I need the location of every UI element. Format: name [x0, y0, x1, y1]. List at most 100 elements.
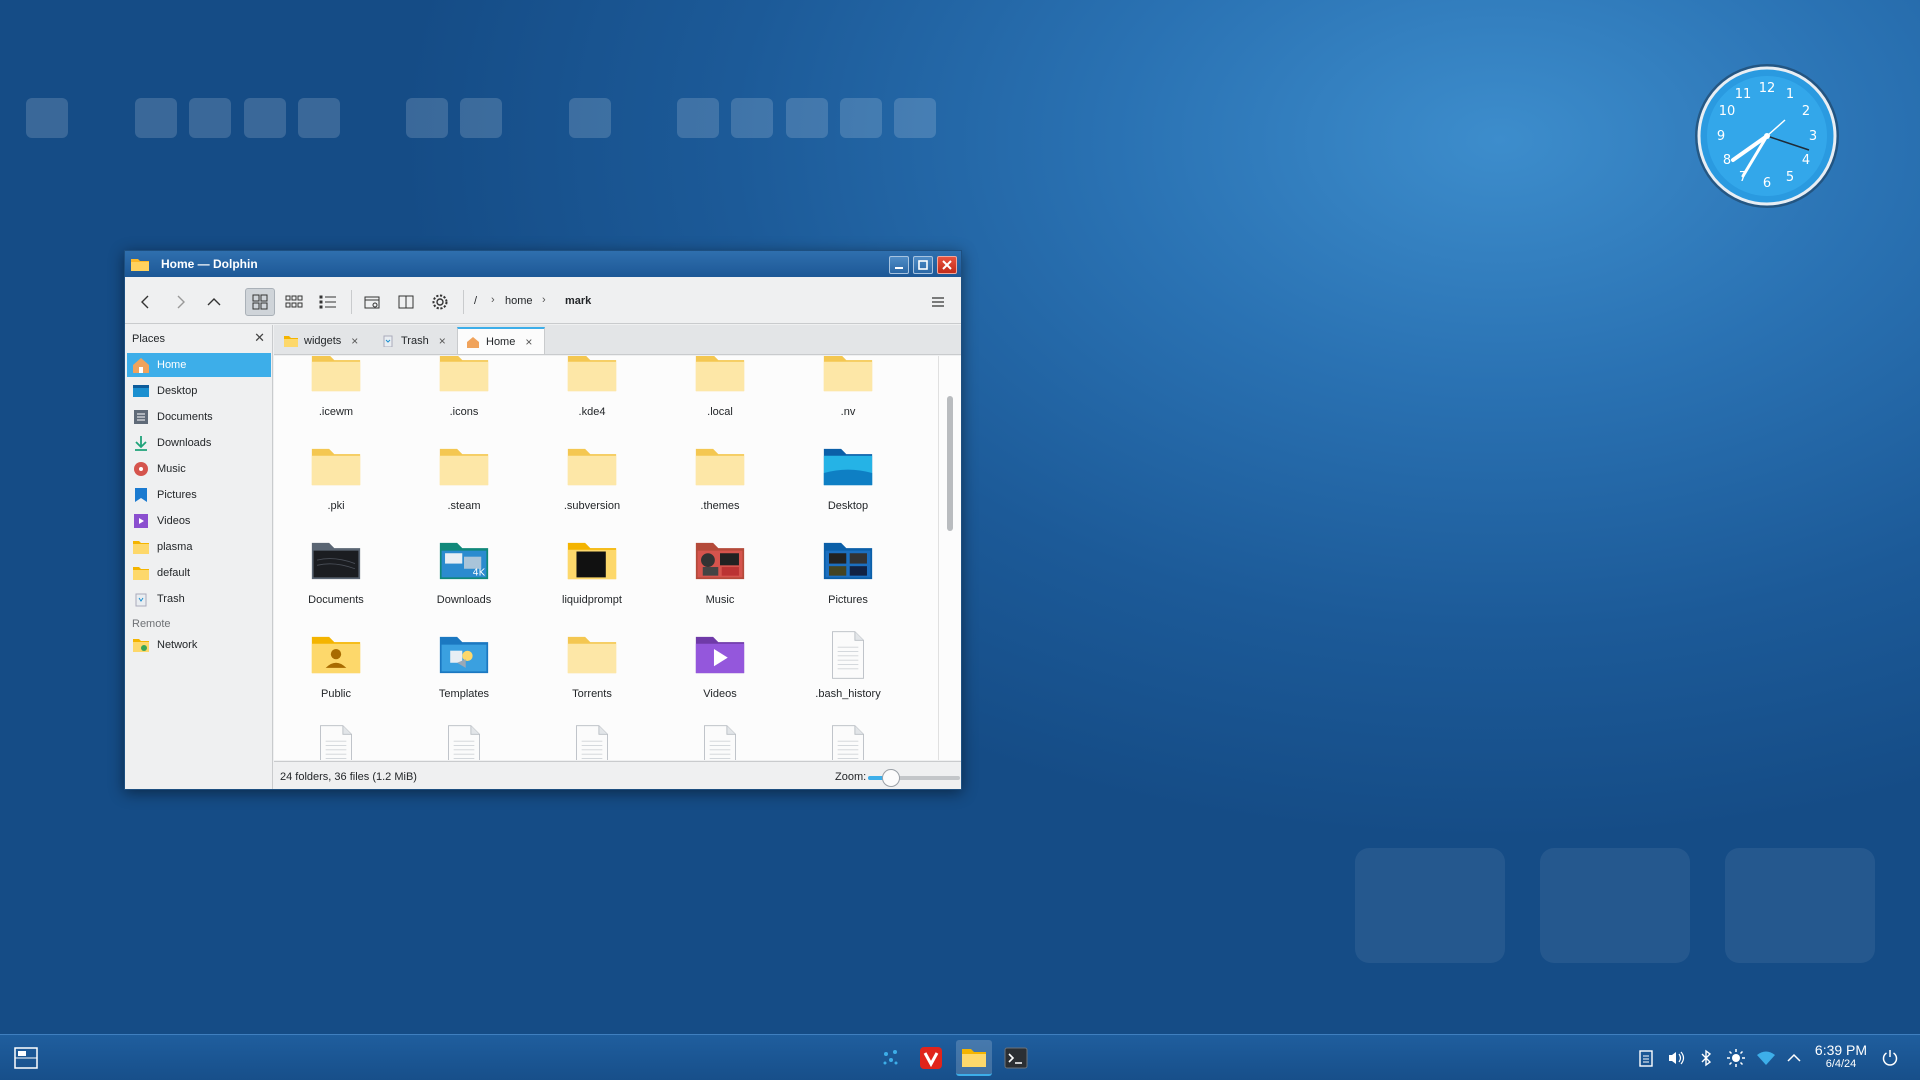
file-item[interactable]: [414, 724, 514, 760]
folder-item[interactable]: Public: [286, 630, 386, 700]
zoom-slider[interactable]: [868, 769, 960, 787]
folder-item[interactable]: .kde4: [542, 356, 642, 418]
folder-item[interactable]: .pki: [286, 442, 386, 512]
settings-button[interactable]: [425, 288, 455, 316]
sidebar-item-label: Documents: [157, 411, 213, 423]
brightness-icon[interactable]: [1726, 1048, 1746, 1068]
tab-trash[interactable]: Trash ×: [373, 327, 455, 354]
file-item[interactable]: [798, 724, 898, 760]
folder-item[interactable]: .steam: [414, 442, 514, 512]
clipboard-icon[interactable]: [1636, 1048, 1656, 1068]
tab-home[interactable]: Home ×: [457, 327, 545, 354]
taskbar-dolphin-button[interactable]: [956, 1040, 992, 1076]
minimize-button[interactable]: [889, 256, 909, 274]
taskbar-terminal-button[interactable]: [998, 1040, 1034, 1076]
folder-item[interactable]: Torrents: [542, 630, 642, 700]
breadcrumb-mark[interactable]: mark: [565, 295, 591, 307]
folder-icon: [695, 356, 745, 392]
folder-icon: [439, 356, 489, 392]
folder-item[interactable]: .themes: [670, 442, 770, 512]
file-name: Downloads: [436, 594, 492, 606]
vertical-scrollbar[interactable]: [938, 356, 961, 760]
icons-view-button[interactable]: [245, 288, 275, 316]
sidebar-item-pictures[interactable]: Pictures: [127, 483, 271, 507]
folder-item[interactable]: .nv: [798, 356, 898, 418]
file-name: .subversion: [563, 500, 621, 512]
breadcrumb-home[interactable]: home: [505, 295, 533, 307]
file-view[interactable]: .icewm .icons .kde4 .local .nv .pki .steam .sub…: [274, 356, 938, 760]
up-arrow-icon: [207, 298, 221, 306]
digital-clock[interactable]: 6:39 PM 6/4/24: [1810, 1042, 1872, 1070]
folder-item[interactable]: Music: [670, 536, 770, 606]
folder-item[interactable]: .icons: [414, 356, 514, 418]
folder-item[interactable]: Templates: [414, 630, 514, 700]
scrollbar-thumb[interactable]: [947, 396, 953, 531]
forward-button[interactable]: [165, 288, 195, 316]
sidebar-item-plasma[interactable]: plasma: [127, 535, 271, 559]
sidebar-item-label: Videos: [157, 515, 191, 527]
tab-label: Home: [486, 335, 516, 348]
sidebar-item-desktop[interactable]: Desktop: [127, 379, 271, 403]
tab-widgets[interactable]: widgets ×: [276, 327, 371, 354]
sidebar-item-trash[interactable]: Trash: [127, 587, 271, 611]
sidebar-item-documents[interactable]: Documents: [127, 405, 271, 429]
maximize-button[interactable]: [913, 256, 933, 274]
svg-text:4: 4: [1802, 153, 1810, 168]
close-button[interactable]: [937, 256, 957, 274]
folder-item[interactable]: liquidprompt: [542, 536, 642, 606]
file-item[interactable]: [286, 724, 386, 760]
bluetooth-icon[interactable]: [1696, 1048, 1716, 1068]
volume-icon[interactable]: [1666, 1048, 1686, 1068]
back-button[interactable]: [131, 288, 161, 316]
split-view-button[interactable]: [391, 288, 421, 316]
close-tab-icon[interactable]: ×: [351, 334, 358, 348]
pictures-icon: [135, 488, 147, 502]
downloads-icon: [135, 436, 147, 451]
close-tab-icon[interactable]: ×: [439, 334, 446, 348]
sidebar-item-network[interactable]: Network: [127, 633, 271, 657]
sidebar-item-downloads[interactable]: Downloads: [127, 431, 271, 455]
analog-clock-widget: 12 12 345 678 91011: [1695, 64, 1839, 208]
taskbar-vivaldi-button[interactable]: [913, 1040, 949, 1076]
folder-item[interactable]: Desktop: [798, 442, 898, 512]
file-name: Templates: [438, 688, 490, 700]
close-tab-icon[interactable]: ×: [525, 335, 532, 349]
chevron-up-icon[interactable]: [1784, 1048, 1804, 1068]
preview-button[interactable]: [357, 288, 387, 316]
file-item[interactable]: .bash_history: [798, 630, 898, 700]
hamburger-menu-button[interactable]: [923, 288, 953, 316]
folder-icon: [567, 356, 617, 392]
sidebar-item-music[interactable]: Music: [127, 457, 271, 481]
sidebar-item-videos[interactable]: Videos: [127, 509, 271, 533]
desktop-placeholder: [894, 98, 936, 138]
compact-view-button[interactable]: [279, 288, 309, 316]
close-panel-icon[interactable]: ✕: [254, 330, 265, 346]
details-view-button[interactable]: [313, 288, 343, 316]
videos-icon: [134, 514, 148, 528]
file-item[interactable]: [670, 724, 770, 760]
application-launcher-button[interactable]: [8, 1040, 44, 1076]
sidebar-item-home[interactable]: Home: [127, 353, 271, 377]
folder-item[interactable]: .local: [670, 356, 770, 418]
folder-item[interactable]: Videos: [670, 630, 770, 700]
folder-item[interactable]: Pictures: [798, 536, 898, 606]
up-button[interactable]: [199, 288, 229, 316]
sidebar-item-label: Downloads: [157, 437, 212, 449]
text-file-icon: [320, 725, 352, 760]
breadcrumb-root[interactable]: /: [474, 295, 477, 307]
text-file-icon: [832, 631, 864, 679]
folder-item[interactable]: .icewm: [286, 356, 386, 418]
folder-item[interactable]: .subversion: [542, 442, 642, 512]
folder-item[interactable]: 4K Downloads: [414, 536, 514, 606]
file-item[interactable]: [542, 724, 642, 760]
kde-connect-tray-button[interactable]: [873, 1040, 909, 1076]
sidebar-item-default[interactable]: default: [127, 561, 271, 585]
folder-icon: [439, 448, 489, 486]
window-titlebar[interactable]: Home — Dolphin: [125, 251, 961, 277]
clock-time: 6:39 PM: [1814, 1042, 1868, 1058]
desktop-placeholder: [406, 98, 448, 138]
zoom-slider-knob[interactable]: [882, 769, 900, 787]
wifi-icon[interactable]: [1756, 1048, 1776, 1068]
folder-item[interactable]: Documents: [286, 536, 386, 606]
power-icon[interactable]: [1880, 1048, 1900, 1068]
